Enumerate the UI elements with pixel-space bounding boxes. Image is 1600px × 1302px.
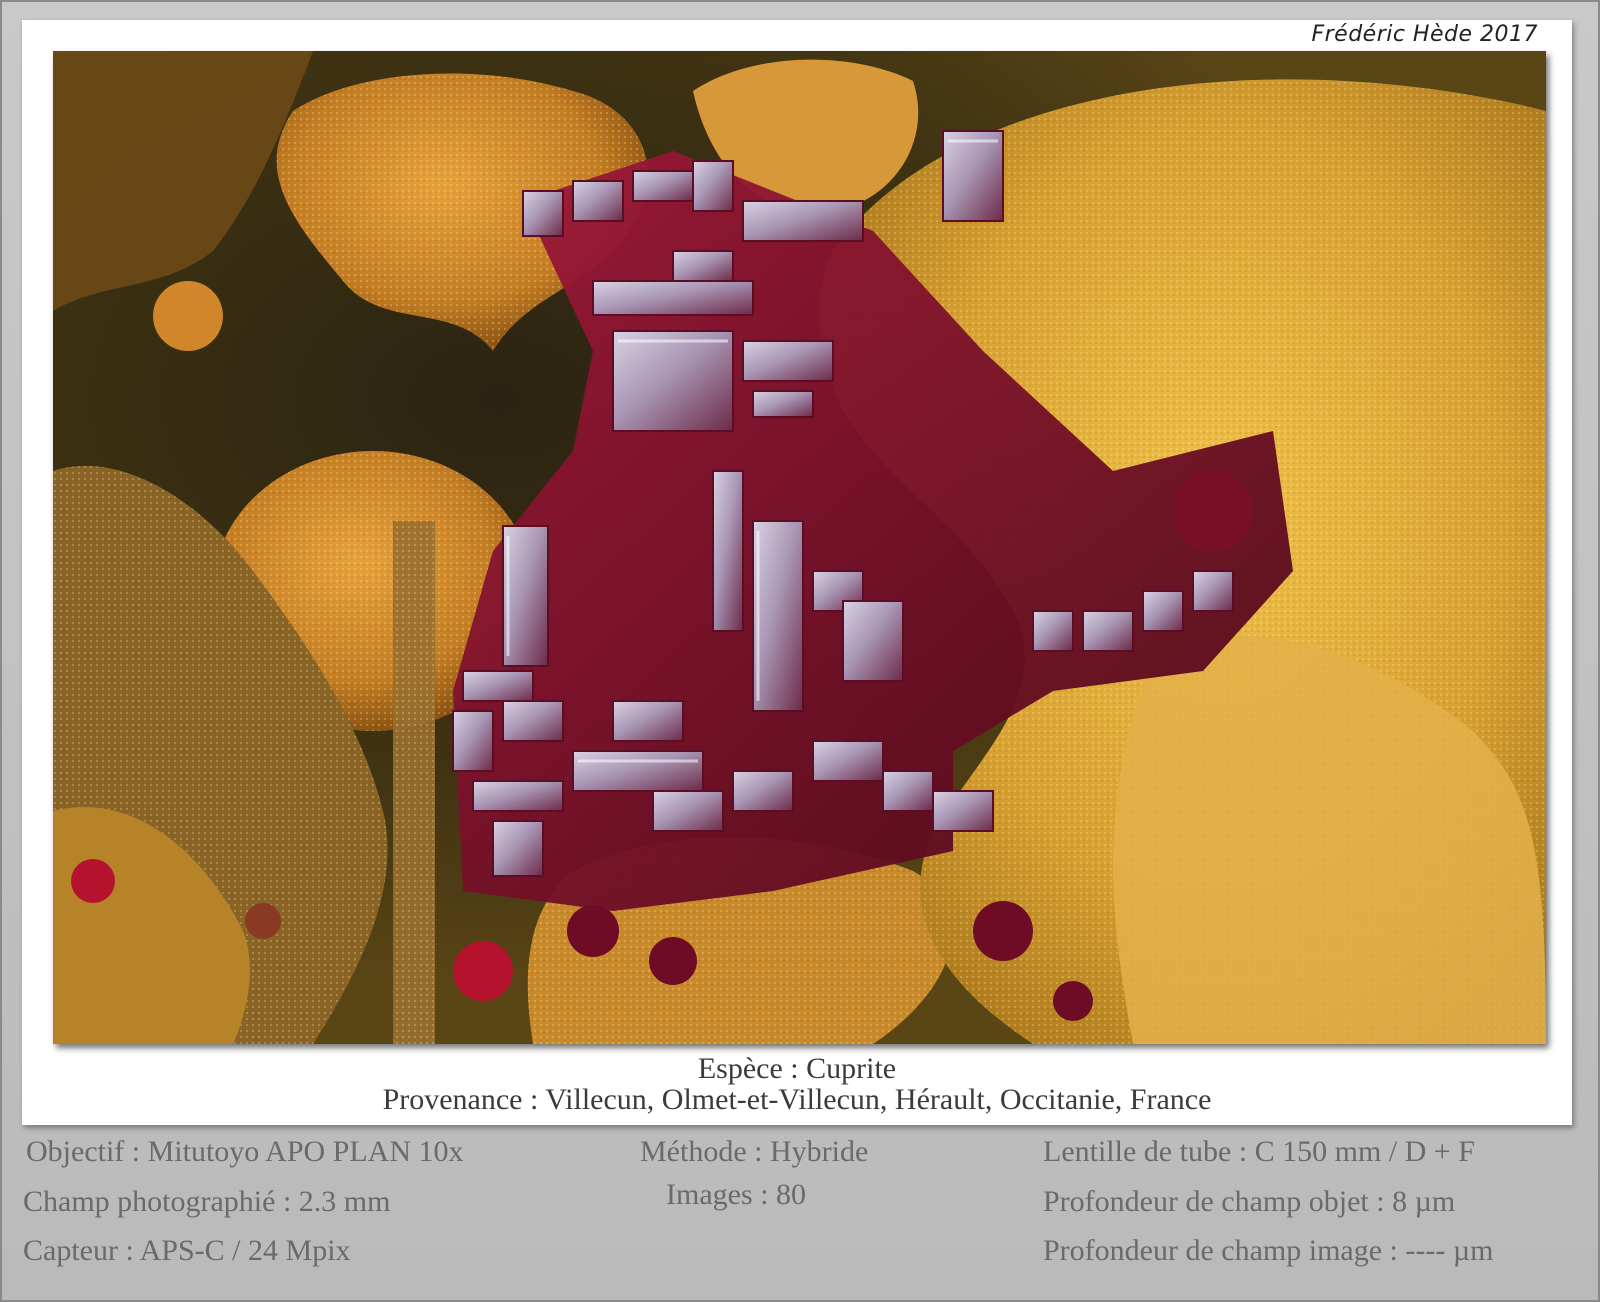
provenance-caption: Provenance : Villecun, Olmet-et-Villecun… [382,1083,1212,1116]
field-label: Champ photographié : 2.3 mm [23,1185,391,1218]
method-label: Méthode : Hybride [640,1135,869,1168]
images-count-label: Images : 80 [666,1178,806,1211]
tube-lens-label: Lentille de tube : C 150 mm / D + F [1043,1135,1475,1168]
mineral-photo [53,51,1546,1044]
dof-image-label: Profondeur de champ image : ---- µm [1043,1234,1494,1267]
photographer-credit: Frédéric Hède 2017 [1311,22,1538,47]
sensor-label: Capteur : APS-C / 24 Mpix [23,1234,351,1267]
species-caption: Espèce : Cuprite [697,1052,897,1085]
cuprite-photo-illustration [53,51,1546,1044]
dof-object-label: Profondeur de champ objet : 8 µm [1043,1185,1456,1218]
objective-label: Objectif : Mitutoyo APO PLAN 10x [26,1135,464,1168]
